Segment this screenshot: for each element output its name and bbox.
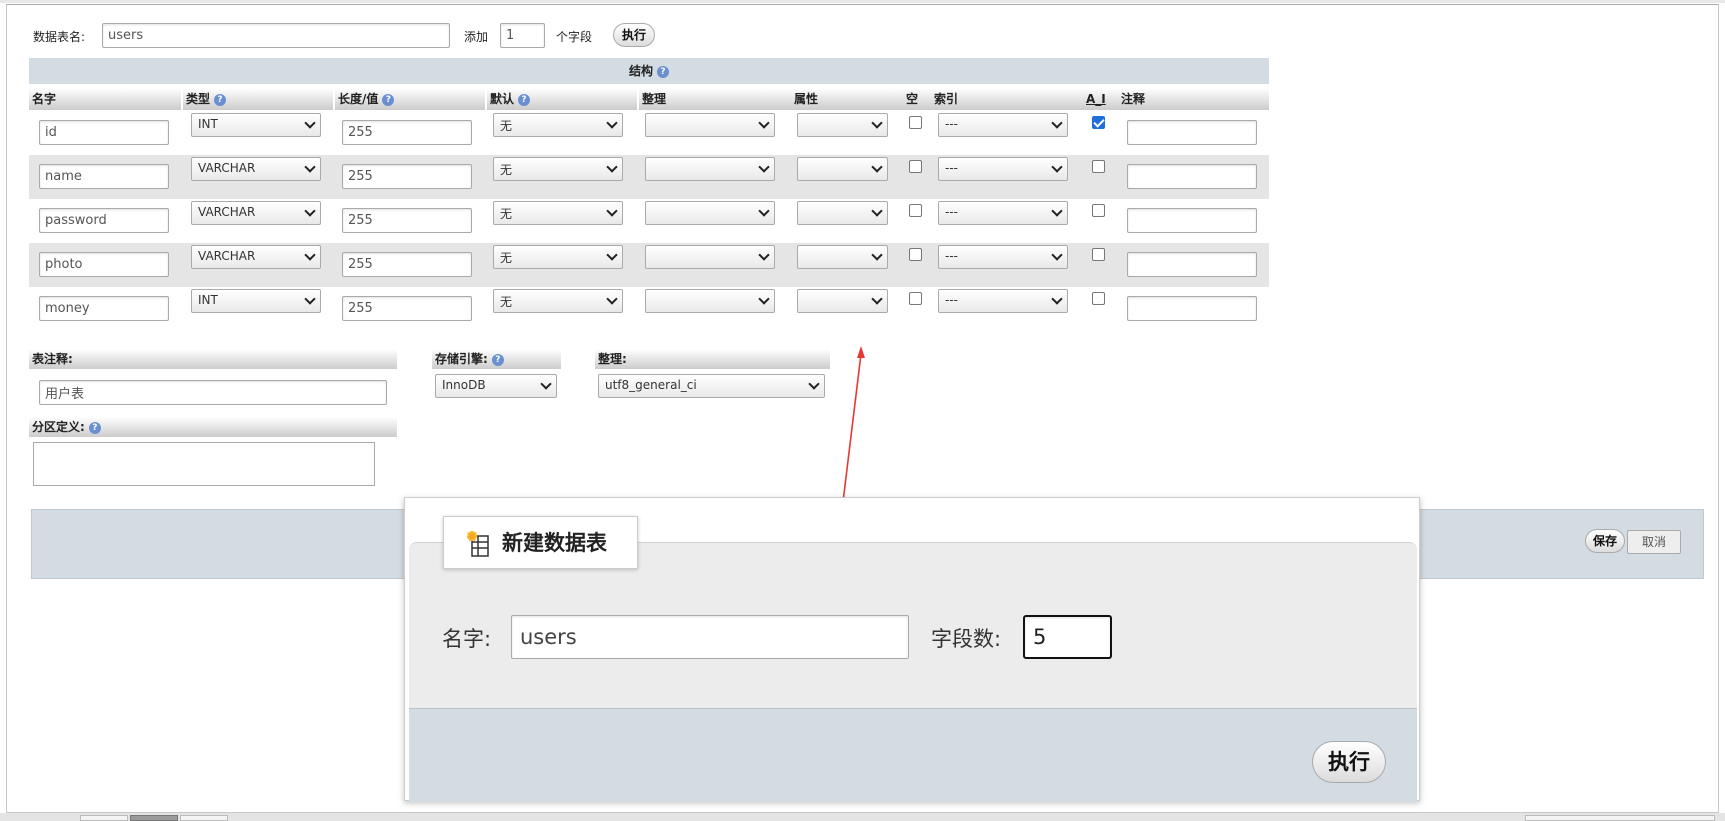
dialog-field-count-input[interactable]: [1023, 615, 1112, 659]
bottom-tab[interactable]: [130, 815, 178, 821]
dialog-name-label: 名字:: [442, 627, 492, 651]
dialog-name-input[interactable]: [511, 615, 909, 659]
new-table-icon: [466, 530, 489, 557]
bottom-tab[interactable]: [80, 815, 128, 821]
dialog-footer: [409, 708, 1417, 802]
dialog-title: 新建数据表: [443, 516, 638, 569]
horizontal-scrollbar[interactable]: [1525, 815, 1715, 821]
dialog-field-count-label: 字段数:: [931, 627, 1002, 651]
bottom-taskbar: [0, 813, 1725, 821]
dialog-exec-button[interactable]: 执行: [1312, 741, 1386, 783]
bottom-tab[interactable]: [180, 815, 228, 821]
dialog-title-text: 新建数据表: [502, 531, 607, 555]
